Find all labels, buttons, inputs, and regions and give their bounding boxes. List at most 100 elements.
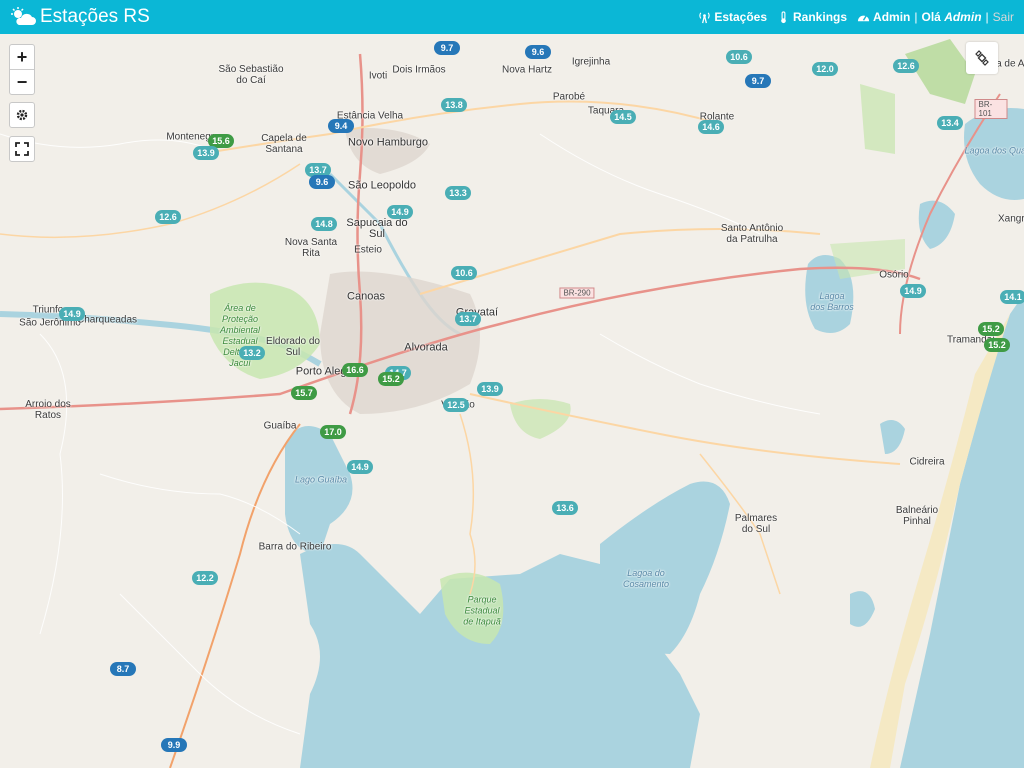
- weather-partly-cloudy-icon: [11, 7, 36, 25]
- dashboard-gauge-icon: [857, 14, 870, 21]
- station-temperature-marker[interactable]: 9.9: [161, 738, 187, 752]
- station-temperature-marker[interactable]: 10.6: [451, 266, 477, 280]
- nav-separator-2: |: [985, 10, 989, 24]
- place-label: Lago Guaíba: [294, 474, 348, 485]
- username: Admin: [944, 10, 982, 24]
- place-label: Dois Irmãos: [392, 64, 446, 76]
- fullscreen-icon: [15, 142, 29, 156]
- place-label: Arroio dos Ratos: [25, 399, 71, 421]
- station-temperature-marker[interactable]: 12.6: [893, 59, 919, 73]
- station-temperature-marker[interactable]: 13.9: [477, 382, 503, 396]
- atlantic-ocean: [900, 294, 1024, 768]
- station-temperature-marker[interactable]: 12.2: [192, 571, 218, 585]
- station-temperature-marker[interactable]: 14.6: [698, 120, 724, 134]
- road-shield: BR-290: [559, 287, 595, 299]
- place-label: Parobé: [552, 91, 586, 103]
- place-label: São Leopoldo: [348, 179, 416, 192]
- place-label: Palmares do Sul: [734, 513, 778, 535]
- place-label: Nova Santa Rita: [284, 237, 338, 259]
- zoom-out-button[interactable]: −: [10, 69, 34, 94]
- place-label: Barra do Ribeiro: [258, 541, 332, 553]
- place-label: Lagoa dos Barros: [810, 291, 854, 312]
- station-temperature-marker[interactable]: 9.6: [525, 45, 551, 59]
- logout-link[interactable]: Sair: [993, 10, 1014, 24]
- place-label: Lagoa do Cosamento: [622, 568, 670, 589]
- app-title: Estações RS: [40, 6, 150, 27]
- station-temperature-marker[interactable]: 14.9: [387, 205, 413, 219]
- settings-button[interactable]: [9, 102, 35, 128]
- station-temperature-marker[interactable]: 13.8: [441, 98, 467, 112]
- station-temperature-marker[interactable]: 13.7: [455, 312, 481, 326]
- station-temperature-marker[interactable]: 9.7: [745, 74, 771, 88]
- station-temperature-marker[interactable]: 13.4: [937, 116, 963, 130]
- station-temperature-marker[interactable]: 9.4: [328, 119, 354, 133]
- nav-admin-label: Admin: [873, 10, 911, 24]
- nav-rankings-link[interactable]: Rankings: [777, 10, 847, 24]
- place-label: Canoas: [347, 290, 385, 303]
- station-temperature-marker[interactable]: 10.6: [726, 50, 752, 64]
- top-navbar: Estações RS Estações Rankings Admin | Ol…: [0, 0, 1024, 34]
- road-south: [459, 413, 476, 595]
- place-label: Eldorado do Sul: [266, 336, 320, 358]
- fullscreen-button[interactable]: [9, 136, 35, 162]
- station-temperature-marker[interactable]: 14.5: [610, 110, 636, 124]
- station-temperature-marker[interactable]: 13.6: [552, 501, 578, 515]
- place-label: Alvorada: [404, 341, 448, 354]
- station-temperature-marker[interactable]: 15.7: [291, 386, 317, 400]
- station-temperature-marker[interactable]: 12.6: [155, 210, 181, 224]
- place-label: Nova Hartz: [501, 64, 553, 76]
- zoom-in-button[interactable]: +: [10, 45, 34, 69]
- place-label: Novo Hamburgo: [347, 136, 429, 149]
- map-canvas[interactable]: São Sebastião do Caí Ivoti Dois Irmãos Nova …: [0, 34, 1024, 768]
- lago-guaiba: [285, 426, 353, 554]
- place-label: Xangri-lá: [997, 213, 1024, 225]
- place-label: Ivoti: [368, 70, 388, 82]
- station-temperature-marker[interactable]: 9.6: [309, 175, 335, 189]
- station-temperature-marker[interactable]: 13.3: [445, 186, 471, 200]
- nav-greeting: Olá Admin: [922, 10, 982, 24]
- station-temperature-marker[interactable]: 9.7: [434, 41, 460, 55]
- station-temperature-marker[interactable]: 12.5: [443, 398, 469, 412]
- greeting-text: Olá: [921, 10, 941, 24]
- station-temperature-marker[interactable]: 17.0: [320, 425, 346, 439]
- place-label: Igrejinha: [571, 56, 611, 68]
- place-label: Capela de Santana: [261, 133, 307, 155]
- broadcast-tower-icon: [699, 12, 711, 23]
- satellite-layer-button[interactable]: [966, 42, 998, 74]
- station-temperature-marker[interactable]: 14.8: [311, 217, 337, 231]
- place-label: Charqueadas: [76, 314, 138, 326]
- road-br116-south: [169, 423, 301, 768]
- station-temperature-marker[interactable]: 15.2: [984, 338, 1010, 352]
- place-label: Cidreira: [909, 456, 945, 468]
- map-basemap: [0, 39, 1024, 768]
- nav-stations-link[interactable]: Estações: [698, 10, 767, 24]
- station-temperature-marker[interactable]: 12.0: [812, 62, 838, 76]
- place-label: Santo Antônio da Patrulha: [720, 223, 784, 245]
- nav-admin-link[interactable]: Admin: [857, 10, 910, 24]
- nav-menu: Estações Rankings Admin | Olá Admin | Sa…: [698, 10, 1014, 24]
- place-label: Esteio: [354, 244, 382, 256]
- station-temperature-marker[interactable]: 14.9: [900, 284, 926, 298]
- station-temperature-marker[interactable]: 15.2: [978, 322, 1004, 336]
- nav-stations-label: Estações: [714, 10, 768, 24]
- nav-rankings-label: Rankings: [793, 10, 848, 24]
- place-label: Guaíba: [263, 420, 297, 432]
- place-label: Osório: [879, 269, 909, 281]
- place-label: Lagoa dos Quadros: [964, 145, 1024, 156]
- station-temperature-marker[interactable]: 14.9: [347, 460, 373, 474]
- place-label: Sapucaia do Sul: [346, 217, 408, 240]
- zoom-control: + −: [9, 44, 35, 95]
- station-temperature-marker[interactable]: 14.9: [59, 307, 85, 321]
- station-temperature-marker[interactable]: 8.7: [110, 662, 136, 676]
- station-temperature-marker[interactable]: 15.2: [378, 372, 404, 386]
- satellite-icon: [975, 50, 989, 66]
- road-west: [0, 163, 301, 239]
- urban-nh: [345, 128, 430, 174]
- station-temperature-marker[interactable]: 14.1: [1000, 290, 1024, 304]
- station-temperature-marker[interactable]: 13.2: [239, 346, 265, 360]
- station-temperature-marker[interactable]: 16.6: [342, 363, 368, 377]
- road-shield: BR-101: [974, 99, 1008, 119]
- thermometer-icon: [781, 10, 786, 23]
- brand[interactable]: Estações RS: [10, 6, 150, 28]
- station-temperature-marker[interactable]: 13.9: [193, 146, 219, 160]
